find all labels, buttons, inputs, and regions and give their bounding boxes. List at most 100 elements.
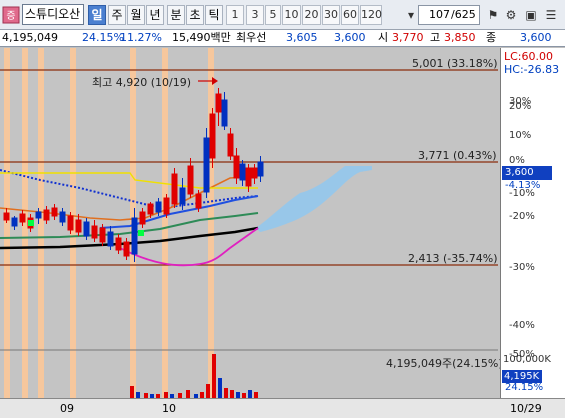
- priority-label: 최우선: [236, 31, 267, 44]
- candle-body: [245, 167, 252, 187]
- interval-button[interactable]: 10: [282, 5, 301, 25]
- candle-body: [251, 167, 258, 179]
- axis-tick-label: -40%: [509, 320, 535, 331]
- candle-body: [171, 173, 178, 205]
- axis-tick-label: 20%: [509, 101, 532, 112]
- date-label-right: 10/29: [510, 402, 542, 415]
- price-axis: LC:60.00 HC:-26.83 30% 20% 10% -10% -20% -30%…: [500, 48, 565, 398]
- period-button[interactable]: 월: [127, 5, 145, 25]
- candle-body: [91, 225, 98, 239]
- volume-bar: [218, 378, 222, 398]
- period-button[interactable]: 년: [146, 5, 164, 25]
- period-button[interactable]: 주: [108, 5, 126, 25]
- svg-text:증: 증: [6, 10, 15, 22]
- list-icon[interactable]: ☰: [542, 5, 560, 25]
- candle-body: [239, 163, 246, 181]
- candle-body: [147, 203, 154, 215]
- volume-rate: 24.15%: [505, 382, 544, 393]
- interval-button[interactable]: 1: [226, 5, 244, 25]
- volume-label: 4,195,049주(24.15%): [386, 357, 503, 370]
- candle-body: [11, 217, 18, 227]
- month-label-09: 09: [60, 402, 74, 415]
- candle-body: [215, 93, 222, 113]
- highlight-stripe: [208, 48, 214, 398]
- priority-sell: 3,605: [286, 31, 318, 44]
- high-value: 3,850: [444, 31, 476, 44]
- save-icon[interactable]: ▣: [522, 5, 540, 25]
- volume-max: 100,000K: [503, 354, 551, 365]
- interval-button[interactable]: 20: [302, 5, 321, 25]
- candle-body: [209, 113, 216, 159]
- volume-bar: [206, 384, 210, 398]
- candle-body: [179, 187, 186, 205]
- volume-bars: [130, 354, 258, 398]
- candle-body: [257, 161, 264, 177]
- candle-body: [67, 215, 74, 231]
- green-marker: [138, 230, 144, 236]
- volume-value: 4,195,049: [2, 31, 58, 44]
- candle-body: [3, 212, 10, 221]
- line-bottom-label: 2,413 (-35.74%): [408, 252, 498, 265]
- date-axis: 09 10 10/29: [0, 398, 565, 418]
- candle-body: [83, 221, 90, 237]
- chart-canvas: [0, 48, 498, 398]
- interval-button[interactable]: 3: [246, 5, 264, 25]
- volume-bar: [230, 390, 234, 398]
- count-value: 107: [429, 8, 450, 21]
- ma-blue: [99, 195, 259, 229]
- count-field[interactable]: 107 /625: [418, 5, 480, 25]
- settings-icon[interactable]: ⚙: [502, 5, 520, 25]
- open-label: 시: [378, 31, 389, 44]
- ichimoku-cloud: [256, 166, 372, 232]
- green-marker: [28, 220, 34, 226]
- candle-body: [227, 133, 234, 157]
- candle-body: [139, 211, 146, 225]
- flag-icon[interactable]: ⚑: [484, 5, 502, 25]
- candle-body: [221, 99, 228, 127]
- interval-button[interactable]: 60: [341, 5, 359, 25]
- axis-tick-label: 0%: [509, 155, 525, 166]
- candle-body: [233, 155, 240, 179]
- line-mid-label: 3,771 (0.43%): [418, 149, 497, 162]
- volume-bar: [212, 354, 216, 398]
- candle-body: [187, 165, 194, 195]
- interval-button[interactable]: 120: [360, 5, 382, 25]
- close-value: 3,600: [520, 31, 552, 44]
- high-arrow-head: [212, 77, 218, 85]
- candle-body: [155, 201, 162, 213]
- interval-button[interactable]: 30: [322, 5, 340, 25]
- period-button[interactable]: 일: [88, 5, 106, 25]
- toolbar: 증 스튜디오산 일주월년분초틱 1 3 5 10 20 30 60 120 ▾ 107 /62…: [0, 0, 565, 30]
- candle-body: [107, 231, 114, 247]
- period-button[interactable]: 분: [167, 5, 185, 25]
- high-annotation: 최고 4,920 (10/19): [92, 76, 192, 89]
- hc-label: HC:-26.83: [504, 63, 560, 76]
- candle-body: [203, 137, 210, 193]
- turnover-rate: 11.27%: [120, 31, 162, 44]
- candle-body: [35, 211, 42, 219]
- axis-tick-label: -20%: [509, 211, 535, 222]
- volume-bar: [130, 386, 134, 398]
- close-label: 종: [486, 31, 497, 44]
- current-price-badge: 3,600: [502, 166, 552, 180]
- candle-body: [163, 197, 170, 215]
- candle-body: [123, 241, 130, 257]
- candle-body: [195, 193, 202, 209]
- price-chart[interactable]: 최고 4,920 (10/19) 5,001 (33.18%) 3,771 (0…: [0, 48, 503, 398]
- info-row: 4,195,049 24.15% 11.27% 15,490백만 최우선 3,6…: [0, 30, 565, 47]
- axis-tick-label: -30%: [509, 262, 535, 273]
- current-rate: -4.13%: [505, 180, 541, 191]
- volume-bar: [186, 390, 190, 398]
- stock-name-field[interactable]: 스튜디오산: [22, 4, 84, 25]
- line-top-label: 5,001 (33.18%): [412, 57, 498, 70]
- stock-type-icon[interactable]: 증: [2, 6, 20, 24]
- interval-button[interactable]: 5: [265, 5, 281, 25]
- period-button[interactable]: 초: [186, 5, 204, 25]
- candle-body: [99, 227, 106, 243]
- open-value: 3,770: [392, 31, 424, 44]
- candle-body: [131, 217, 138, 255]
- period-button[interactable]: 틱: [205, 5, 223, 25]
- candle-body: [59, 211, 66, 223]
- month-label-10: 10: [162, 402, 176, 415]
- candle-body: [75, 219, 82, 233]
